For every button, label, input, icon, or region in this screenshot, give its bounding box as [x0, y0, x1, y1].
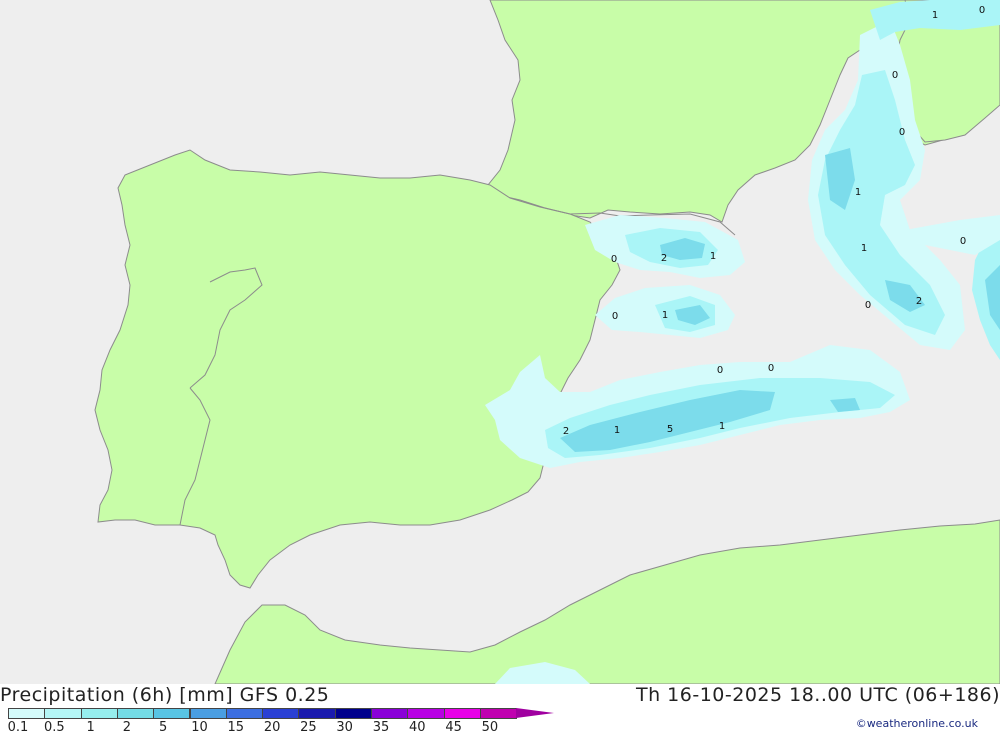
contour-label: 1 [614, 425, 620, 436]
precipitation-map: 1 0 0 0 1 0 2 1 0 1 1 0 2 0 0 0 2 1 5 1 [0, 0, 1000, 684]
contour-label: 1 [719, 421, 725, 432]
legend-swatch [407, 708, 445, 719]
contour-label: 2 [916, 296, 922, 307]
legend-swatch [225, 708, 264, 719]
contour-label: 0 [892, 70, 898, 81]
legend-swatch [189, 708, 227, 719]
legend-swatch [371, 708, 409, 719]
contour-label: 1 [855, 187, 861, 198]
contour-label: 1 [710, 251, 716, 262]
legend-swatch [44, 708, 82, 719]
contour-label: 0 [612, 311, 618, 322]
legend-swatch [298, 708, 336, 719]
legend-swatch [479, 708, 518, 719]
contour-label: 0 [717, 365, 723, 376]
contour-label: 0 [611, 254, 617, 265]
footer: Precipitation (6h) [mm] GFS 0.25 Th 16-1… [0, 684, 1000, 735]
credit-link[interactable]: ©weatheronline.co.uk [856, 717, 978, 730]
contour-label: 0 [865, 300, 871, 311]
legend-swatch [80, 708, 118, 719]
contour-label: 2 [661, 253, 667, 264]
contour-label: 2 [563, 426, 569, 437]
legend-swatch [153, 708, 191, 719]
legend-swatch [8, 708, 46, 719]
contour-label: 5 [667, 424, 673, 435]
contour-label: 0 [899, 127, 905, 138]
contour-label: 0 [768, 363, 774, 374]
legend-swatch [443, 708, 481, 719]
legend-swatch [116, 708, 155, 719]
map-datetime: Th 16-10-2025 18..00 UTC (06+186) [635, 684, 1000, 706]
contour-label: 1 [861, 243, 867, 254]
map-title: Precipitation (6h) [mm] GFS 0.25 [0, 684, 330, 706]
legend-arrow [516, 708, 555, 718]
legend-swatch [262, 708, 300, 719]
contour-label: 0 [979, 5, 985, 16]
contour-label: 1 [662, 310, 668, 321]
contour-label: 1 [932, 10, 938, 21]
legend-swatch [334, 708, 372, 719]
contour-label: 0 [960, 236, 966, 247]
